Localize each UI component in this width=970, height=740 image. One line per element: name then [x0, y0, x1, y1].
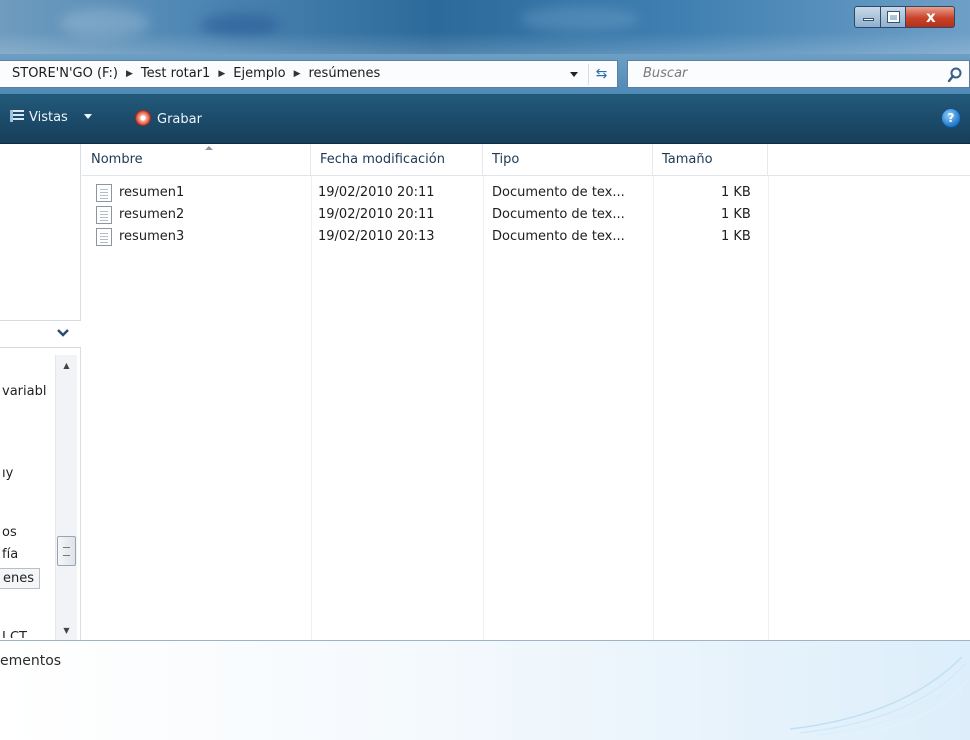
- details-pane: ementos: [0, 640, 970, 740]
- refresh-icon[interactable]: ⇆: [588, 64, 614, 85]
- breadcrumb-separator-icon[interactable]: ▶: [218, 69, 225, 79]
- title-bar-glow: [520, 6, 640, 32]
- sort-up-icon: [205, 146, 213, 150]
- file-list[interactable]: resumen1 19/02/2010 20:11 Documento de t…: [82, 176, 970, 640]
- chevron-down-icon[interactable]: [55, 325, 71, 341]
- table-row[interactable]: resumen2 19/02/2010 20:11 Documento de t…: [82, 205, 970, 226]
- text-file-icon: [96, 184, 112, 202]
- file-name: resumen1: [119, 185, 185, 200]
- column-modified-label: Fecha modificación: [320, 152, 445, 167]
- file-modified: 19/02/2010 20:13: [318, 229, 435, 244]
- minimize-button[interactable]: [854, 6, 881, 28]
- folder-item[interactable]: os: [2, 525, 17, 540]
- minimize-icon: [863, 18, 874, 21]
- search-box[interactable]: [627, 60, 970, 88]
- command-bar: Vistas Grabar ?: [0, 94, 970, 144]
- folder-item[interactable]: variabl: [2, 384, 46, 399]
- burn-button[interactable]: Grabar: [135, 110, 202, 127]
- column-name-label: Nombre: [91, 152, 143, 167]
- item-count: ementos: [0, 653, 62, 669]
- breadcrumb-test-rotar1[interactable]: Test rotar1: [141, 66, 210, 81]
- nav-scrollbar[interactable]: ▲ ▼: [55, 355, 77, 641]
- title-bar-glow: [60, 8, 150, 38]
- close-button[interactable]: x: [905, 6, 955, 28]
- views-label: Vistas: [29, 110, 68, 125]
- title-bar-glow: [200, 14, 280, 36]
- views-icon: [10, 110, 24, 122]
- file-size: 1 KB: [721, 185, 751, 200]
- breadcrumb-separator-icon[interactable]: ▶: [126, 69, 133, 79]
- maximize-icon: [887, 11, 900, 23]
- navigation-pane: variabl ıy os fía enes J CT ▲ ▼: [0, 144, 81, 641]
- file-modified: 19/02/2010 20:11: [318, 185, 435, 200]
- scroll-up-icon[interactable]: ▲: [58, 357, 75, 374]
- search-input[interactable]: [643, 66, 933, 81]
- help-icon[interactable]: ?: [941, 108, 961, 128]
- title-bar[interactable]: x: [0, 0, 970, 54]
- column-header-type[interactable]: Tipo: [483, 144, 653, 176]
- column-type-label: Tipo: [492, 152, 520, 167]
- folder-item-selected[interactable]: enes: [0, 568, 41, 589]
- breadcrumb-drive[interactable]: STORE'N'GO (F:): [12, 66, 118, 81]
- folder-item[interactable]: J CT: [2, 628, 27, 638]
- file-size: 1 KB: [721, 229, 751, 244]
- column-header-size[interactable]: Tamaño: [653, 144, 768, 176]
- scroll-down-icon[interactable]: ▼: [58, 622, 75, 639]
- close-icon: x: [926, 8, 936, 26]
- column-size-label: Tamaño: [662, 152, 713, 167]
- address-bar[interactable]: STORE'N'GO (F:) ▶ Test rotar1 ▶ Ejemplo ▶ resú…: [0, 60, 618, 88]
- breadcrumb-ejemplo[interactable]: Ejemplo: [233, 66, 285, 81]
- burn-label: Grabar: [157, 112, 202, 127]
- address-row: STORE'N'GO (F:) ▶ Test rotar1 ▶ Ejemplo ▶ resú…: [0, 54, 970, 94]
- address-dropdown-icon[interactable]: [570, 72, 578, 77]
- decorative-swoosh: [789, 656, 970, 738]
- file-type: Documento de tex...: [492, 229, 625, 244]
- column-headers: Nombre Fecha modificación Tipo Tamaño: [82, 144, 970, 176]
- folders-header[interactable]: [0, 320, 81, 348]
- burn-disc-icon: [135, 110, 151, 126]
- maximize-button[interactable]: [880, 6, 906, 28]
- column-header-name[interactable]: Nombre: [82, 144, 311, 176]
- text-file-icon: [96, 206, 112, 224]
- file-name: resumen2: [119, 207, 185, 222]
- breadcrumb: STORE'N'GO (F:) ▶ Test rotar1 ▶ Ejemplo ▶ resú…: [12, 66, 380, 81]
- file-modified: 19/02/2010 20:11: [318, 207, 435, 222]
- text-file-icon: [96, 228, 112, 246]
- table-row[interactable]: resumen1 19/02/2010 20:11 Documento de t…: [82, 183, 970, 204]
- search-icon[interactable]: [946, 66, 964, 84]
- file-name: resumen3: [119, 229, 185, 244]
- views-button[interactable]: Vistas: [10, 110, 92, 125]
- file-size: 1 KB: [721, 207, 751, 222]
- chevron-down-icon: [83, 114, 92, 119]
- table-row[interactable]: resumen3 19/02/2010 20:13 Documento de t…: [82, 227, 970, 248]
- breadcrumb-resumenes[interactable]: resúmenes: [309, 66, 381, 81]
- breadcrumb-separator-icon[interactable]: ▶: [294, 69, 301, 79]
- folder-item[interactable]: fía: [2, 547, 18, 562]
- folder-item[interactable]: ıy: [2, 466, 13, 481]
- column-header-modified[interactable]: Fecha modificación: [311, 144, 483, 176]
- scroll-thumb[interactable]: [57, 536, 76, 566]
- file-type: Documento de tex...: [492, 207, 625, 222]
- file-type: Documento de tex...: [492, 185, 625, 200]
